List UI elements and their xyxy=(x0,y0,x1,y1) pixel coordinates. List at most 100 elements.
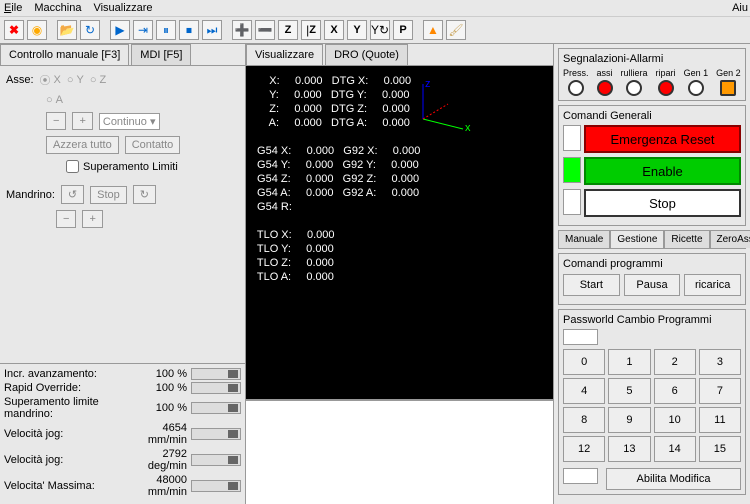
skip-icon[interactable]: ⏭ xyxy=(202,20,222,40)
dro-display: X: 0.000 DTG X: 0.000 Y: 0.000 DTG Y: 0.… xyxy=(246,66,553,399)
tab-mdi[interactable]: MDI [F5] xyxy=(131,44,191,65)
y-icon[interactable]: Y xyxy=(347,20,367,40)
jog-speed-slider[interactable] xyxy=(191,428,241,440)
emergency-indicator xyxy=(563,125,581,151)
stop-icon[interactable]: ⏹ xyxy=(179,20,199,40)
pause-icon[interactable]: ⏸ xyxy=(156,20,176,40)
keypad-7[interactable]: 7 xyxy=(699,378,741,404)
spindle-cw-button[interactable]: ↻ xyxy=(133,185,156,204)
tab-preview[interactable]: Visualizzare xyxy=(246,44,323,65)
spindle-override-value: 100 % xyxy=(127,402,187,414)
keypad-10[interactable]: 10 xyxy=(654,407,696,433)
zbar-icon[interactable]: |Z xyxy=(301,20,321,40)
power-icon[interactable]: ◉ xyxy=(27,20,47,40)
override-limits-checkbox[interactable] xyxy=(66,160,79,173)
axis-z-radio[interactable]: ○ Z xyxy=(90,74,106,86)
spindle-override-label: Superamento limite mandrino: xyxy=(4,396,127,420)
axis-x-radio[interactable]: ⦿ X xyxy=(40,72,61,88)
led-gen2 xyxy=(720,80,736,96)
jog-angular-value: 2792 deg/min xyxy=(127,448,187,472)
keypad-13[interactable]: 13 xyxy=(608,436,650,462)
keypad-0[interactable]: 0 xyxy=(563,349,605,375)
menu-aiuto[interactable]: Aiu xyxy=(732,2,748,14)
jog-speed-label: Velocità jog: xyxy=(4,428,127,440)
keypad-4[interactable]: 4 xyxy=(563,378,605,404)
stop-button[interactable]: Stop xyxy=(584,189,741,217)
keypad-9[interactable]: 9 xyxy=(608,407,650,433)
enable-button[interactable]: Enable xyxy=(584,157,741,185)
toolbar: ✖ ◉ 📂 ↻ ▶ ⇥ ⏸ ⏹ ⏭ ➕ ➖ Z |Z X Y Y↻ P ▲ 🖌 xyxy=(0,17,750,44)
keypad-11[interactable]: 11 xyxy=(699,407,741,433)
keypad-8[interactable]: 8 xyxy=(563,407,605,433)
rtab-ricette[interactable]: Ricette xyxy=(664,230,709,248)
reload-icon[interactable]: ↻ xyxy=(80,20,100,40)
plus-icon[interactable]: ➕ xyxy=(232,20,252,40)
jog-angular-slider[interactable] xyxy=(191,454,241,466)
program-commands-title: Comandi programmi xyxy=(563,258,741,270)
estop-icon[interactable]: ✖ xyxy=(4,20,24,40)
rtab-manuale[interactable]: Manuale xyxy=(558,230,610,248)
start-button[interactable]: Start xyxy=(563,274,620,296)
rapid-override-slider[interactable] xyxy=(191,382,241,394)
jog-minus-button[interactable]: − xyxy=(46,112,66,130)
home-all-button[interactable]: Azzera tutto xyxy=(46,136,119,154)
spindle-plus-button[interactable]: + xyxy=(82,210,102,228)
spindle-override-slider[interactable] xyxy=(191,402,241,414)
keypad-12[interactable]: 12 xyxy=(563,436,605,462)
open-icon[interactable]: 📂 xyxy=(57,20,77,40)
keypad-15[interactable]: 15 xyxy=(699,436,741,462)
axis-y-radio[interactable]: ○ Y xyxy=(67,74,84,86)
menu-file[interactable]: Eile xyxy=(4,2,22,14)
emergency-reset-button[interactable]: Emergenza Reset xyxy=(584,125,741,153)
enable-edit-button[interactable]: Abilita Modifica xyxy=(606,468,741,490)
svg-text:x: x xyxy=(465,122,471,134)
keypad-3[interactable]: 3 xyxy=(699,349,741,375)
keypad-6[interactable]: 6 xyxy=(654,378,696,404)
feed-override-slider[interactable] xyxy=(191,368,241,380)
led-roller xyxy=(626,80,642,96)
jog-speed-value: 4654 mm/min xyxy=(127,422,187,446)
tab-dro[interactable]: DRO (Quote) xyxy=(325,44,408,65)
axis-gizmo-icon: xz xyxy=(413,79,473,139)
alarms-title: Segnalazioni-Allarmi xyxy=(563,53,741,65)
z-icon[interactable]: Z xyxy=(278,20,298,40)
pause-button[interactable]: Pausa xyxy=(624,274,681,296)
menu-macchina[interactable]: Macchina xyxy=(34,2,81,14)
keypad-2[interactable]: 2 xyxy=(654,349,696,375)
feed-override-label: Incr. avanzamento: xyxy=(4,368,127,380)
keypad-5[interactable]: 5 xyxy=(608,378,650,404)
keypad-1[interactable]: 1 xyxy=(608,349,650,375)
minus-icon[interactable]: ➖ xyxy=(255,20,275,40)
rapid-override-value: 100 % xyxy=(127,382,187,394)
enable-indicator xyxy=(563,157,581,183)
spindle-stop-button[interactable]: Stop xyxy=(90,186,127,204)
play-icon[interactable]: ▶ xyxy=(110,20,130,40)
spindle-minus-button[interactable]: − xyxy=(56,210,76,228)
touch-off-button[interactable]: Contatto xyxy=(125,136,181,154)
rapid-override-label: Rapid Override: xyxy=(4,382,127,394)
rtab-gestione[interactable]: Gestione xyxy=(610,230,664,248)
axis-label: Asse: xyxy=(6,74,34,86)
max-velocity-slider[interactable] xyxy=(191,480,241,492)
axis-a-radio[interactable]: ○ A xyxy=(46,94,63,106)
tab-manual-control[interactable]: Controllo manuale [F3] xyxy=(0,44,129,65)
p-icon[interactable]: P xyxy=(393,20,413,40)
stop-indicator xyxy=(563,189,581,215)
yr-icon[interactable]: Y↻ xyxy=(370,20,390,40)
override-limits-label: Superamento Limiti xyxy=(83,161,178,173)
cone-icon[interactable]: ▲ xyxy=(423,20,443,40)
password-input[interactable] xyxy=(563,468,598,484)
x-icon[interactable]: X xyxy=(324,20,344,40)
brush-icon[interactable]: 🖌 xyxy=(446,20,466,40)
step-icon[interactable]: ⇥ xyxy=(133,20,153,40)
spindle-ccw-button[interactable]: ↺ xyxy=(61,185,84,204)
menu-visualizzare[interactable]: Visualizzare xyxy=(93,2,152,14)
svg-text:z: z xyxy=(425,79,431,90)
jog-mode-select[interactable]: Continuo ▾ xyxy=(99,113,160,130)
rtab-zeroassi[interactable]: ZeroAssi xyxy=(710,230,750,248)
reload-button[interactable]: ricarica xyxy=(684,274,741,296)
keypad-14[interactable]: 14 xyxy=(654,436,696,462)
led-pressure xyxy=(568,80,584,96)
max-velocity-label: Velocita' Massima: xyxy=(4,480,127,492)
jog-plus-button[interactable]: + xyxy=(72,112,92,130)
